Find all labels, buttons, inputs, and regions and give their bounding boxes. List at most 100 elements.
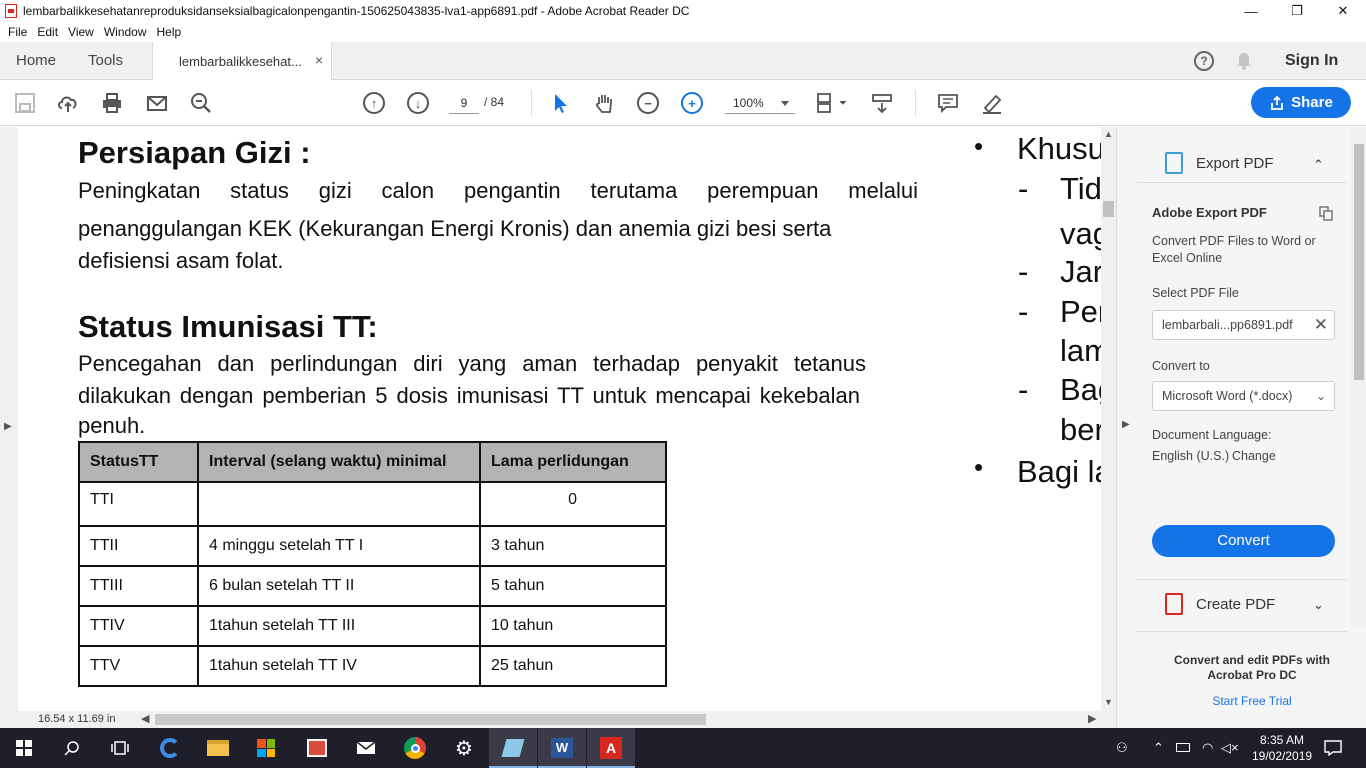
menu-help[interactable]: Help (157, 25, 182, 39)
task-view-icon[interactable] (96, 728, 144, 768)
immunization-table: StatusTT Interval (selang waktu) minimal… (78, 441, 667, 687)
clear-file-icon[interactable]: ✕ (1314, 311, 1328, 339)
export-pdf-header[interactable]: Export PDF (1196, 155, 1274, 172)
bell-icon[interactable] (1236, 52, 1252, 70)
dash: - (1018, 372, 1029, 407)
print-icon[interactable] (101, 92, 123, 114)
menu-edit[interactable]: Edit (37, 25, 58, 39)
right-tools-panel: ▶ Export PDF ⌃ Adobe Export PDF Convert … (1116, 127, 1366, 728)
settings-gear-icon[interactable]: ⚙ (440, 728, 488, 768)
selected-file-field[interactable]: lembarbali...pp6891.pdf ✕ (1152, 310, 1335, 340)
people-icon[interactable]: ⚇ (1116, 740, 1128, 756)
page-fit-icon[interactable] (816, 92, 848, 114)
horizontal-scroll-thumb[interactable] (155, 714, 706, 725)
edge-browser-icon[interactable] (146, 728, 194, 768)
close-button[interactable]: ✕ (1320, 0, 1366, 22)
zoom-select[interactable]: 100% (725, 92, 795, 114)
menu-file[interactable]: File (8, 25, 27, 39)
table-header-row: StatusTT Interval (selang waktu) minimal… (78, 441, 667, 483)
export-pdf-icon (1165, 152, 1183, 174)
gift-app-icon[interactable] (293, 728, 341, 768)
comment-icon[interactable] (937, 92, 959, 114)
scroll-right-icon[interactable]: ▶ (1088, 712, 1096, 725)
maximize-button[interactable]: ❐ (1274, 0, 1320, 22)
help-icon[interactable]: ? (1194, 51, 1214, 71)
search-icon[interactable] (190, 92, 212, 114)
paragraph-line: penanggulangan KEK (Kekurangan Energi Kr… (78, 216, 832, 241)
collapse-panel-icon[interactable]: ▶ (1122, 419, 1130, 430)
chevron-down-icon[interactable]: ⌄ (1313, 597, 1324, 613)
notifications-icon[interactable] (1324, 740, 1342, 756)
save-icon[interactable] (14, 92, 36, 114)
upload-cloud-icon[interactable] (57, 92, 79, 114)
search-taskbar-icon[interactable] (48, 728, 96, 768)
tab-document[interactable]: lembarbalikkesehat... × (152, 42, 332, 81)
table-cell: 5 tahun (479, 565, 667, 607)
expand-left-panel-icon[interactable]: ▶ (4, 421, 12, 432)
file-explorer-icon[interactable] (194, 728, 242, 768)
scroll-left-icon[interactable]: ◀ (141, 712, 149, 725)
title-bar: lembarbalikkesehatanreproduksidanseksial… (0, 0, 1366, 22)
start-button[interactable] (0, 728, 48, 768)
document-viewport[interactable]: ▶ Persiapan Gizi : Peningkatan status gi… (0, 127, 1116, 711)
select-pdf-file-link[interactable]: Select PDF File (1152, 286, 1239, 300)
panel-scrollbar[interactable] (1351, 127, 1366, 627)
scroll-mode-icon[interactable] (871, 92, 893, 114)
copy-icon[interactable] (1318, 205, 1334, 221)
start-free-trial-link[interactable]: Start Free Trial (1152, 694, 1352, 708)
format-select[interactable]: Microsoft Word (*.docx) ⌄ (1152, 381, 1335, 411)
previous-page-icon[interactable]: ↑ (363, 92, 385, 114)
table-row: TTIII 6 bulan setelah TT II 5 tahun (78, 565, 667, 607)
menu-view[interactable]: View (68, 25, 94, 39)
panel-scroll-thumb[interactable] (1354, 144, 1364, 380)
clock-date: 19/02/2019 (1252, 749, 1313, 763)
tab-tools[interactable]: Tools (88, 42, 123, 80)
volume-icon[interactable]: ◁× (1221, 740, 1239, 756)
table-cell: 0 (479, 481, 667, 527)
sign-in-button[interactable]: Sign In (1285, 52, 1338, 70)
page-total: / 84 (484, 95, 505, 109)
clock[interactable]: 8:35 AM 19/02/2019 (1252, 732, 1312, 764)
table-cell (197, 481, 481, 527)
email-icon[interactable] (146, 92, 168, 114)
minimize-button[interactable]: — (1228, 0, 1274, 22)
pdf-page: Persiapan Gizi : Peningkatan status gizi… (18, 127, 1101, 711)
mail-icon[interactable] (342, 728, 390, 768)
next-page-icon[interactable]: ↓ (407, 92, 429, 114)
scroll-thumb[interactable] (1103, 201, 1114, 217)
table-cell: 6 bulan setelah TT II (197, 565, 481, 607)
highlight-pen-icon[interactable] (981, 92, 1003, 114)
scroll-up-icon[interactable]: ▲ (1104, 129, 1113, 139)
create-pdf-header[interactable]: Create PDF (1196, 596, 1275, 613)
battery-icon[interactable] (1176, 743, 1190, 752)
acrobat-taskbar-icon[interactable]: A (587, 728, 635, 768)
document-vertical-scrollbar[interactable]: ▲ ▼ (1101, 127, 1116, 711)
word-icon[interactable]: W (538, 728, 586, 768)
page-size-label: 16.54 x 11.69 in (38, 713, 116, 725)
select-cursor-icon[interactable] (550, 92, 572, 114)
dash: - (1018, 294, 1029, 329)
scroll-down-icon[interactable]: ▼ (1104, 697, 1113, 707)
notes-app-icon[interactable] (489, 728, 537, 768)
store-icon[interactable] (242, 728, 290, 768)
acrobat-pdf-icon (5, 4, 17, 18)
tab-home[interactable]: Home (16, 42, 56, 80)
share-button[interactable]: Share (1251, 87, 1351, 118)
wifi-icon[interactable]: ◠ (1202, 740, 1213, 756)
page-number-input[interactable]: 9 (449, 92, 479, 114)
document-language-value: English (U.S.) (1152, 449, 1230, 463)
promo-text: Convert and edit PDFs with Acrobat Pro D… (1173, 653, 1330, 682)
convert-button[interactable]: Convert (1152, 525, 1335, 557)
hand-tool-icon[interactable] (593, 92, 615, 114)
chrome-icon[interactable] (391, 728, 439, 768)
windows-logo-icon (16, 740, 32, 756)
zoom-in-icon[interactable]: + (681, 92, 703, 114)
change-language-link[interactable]: Change (1232, 449, 1276, 463)
close-tab-icon[interactable]: × (315, 52, 323, 68)
chevron-up-icon[interactable]: ⌃ (1313, 157, 1324, 173)
zoom-out-icon[interactable]: − (637, 92, 659, 114)
menu-window[interactable]: Window (104, 25, 147, 39)
heading-status-imunisasi: Status Imunisasi TT: (78, 309, 378, 344)
paragraph-line: defisiensi asam folat. (78, 248, 284, 273)
chevron-up-tray-icon[interactable]: ⌃ (1153, 740, 1164, 756)
